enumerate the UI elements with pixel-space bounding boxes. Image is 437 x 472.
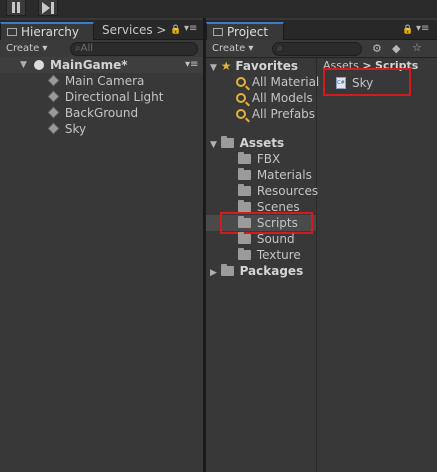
tab-project-label: Project	[227, 25, 269, 39]
hierarchy-toolbar: Create ▾ ⌕All	[0, 40, 203, 58]
hierarchy-item[interactable]: Directional Light	[47, 89, 198, 105]
tab-hierarchy[interactable]: Hierarchy	[0, 22, 94, 40]
hierarchy-item[interactable]: Sky	[47, 121, 198, 137]
expand-arrow-icon[interactable]: ▼	[210, 140, 217, 150]
scene-menu-icon[interactable]: ▾≡	[185, 57, 198, 73]
tab-services[interactable]: Services >	[96, 22, 172, 40]
gameobject-icon	[47, 122, 60, 135]
favorite-item-label: All Prefabs	[251, 107, 316, 121]
create-dropdown[interactable]: Create ▾	[6, 41, 47, 57]
project-toolbar: Create ▾ ⌕ ⚙ ◆ ☆	[206, 40, 437, 58]
packages-label: Packages	[239, 264, 304, 278]
hierarchy-panel: Hierarchy Services > 🔒 ▾≡ Create ▾ ⌕All …	[0, 20, 203, 472]
project-tab-bar: Project 🔒 ▾≡	[206, 20, 437, 40]
folder-icon	[238, 248, 251, 260]
asset-content: Assets > Scripts C# Sky	[318, 58, 437, 472]
assets-label: Assets	[239, 136, 285, 150]
dropdown-arrow-icon: ▾	[248, 43, 254, 54]
folder-label: Texture	[256, 248, 301, 262]
gameobject-icon	[47, 74, 60, 87]
folder-icon	[238, 184, 251, 196]
hierarchy-search-input[interactable]: ⌕All	[70, 42, 198, 56]
assets-row[interactable]: ▼ Assets	[210, 135, 284, 151]
tab-services-label: Services	[102, 23, 153, 37]
search-by-label-icon[interactable]: ◆	[392, 42, 400, 55]
tab-hierarchy-label: Hierarchy	[21, 25, 80, 39]
folder-icon	[238, 232, 251, 244]
hierarchy-item-label: Directional Light	[64, 90, 164, 104]
scene-name: MainGame*	[50, 58, 128, 72]
dropdown-arrow-icon: ▾	[42, 43, 48, 54]
create-dropdown[interactable]: Create ▾	[212, 41, 253, 57]
folder-label: Sound	[256, 232, 295, 246]
project-search-input[interactable]: ⌕	[272, 42, 362, 56]
hierarchy-item-label: Sky	[64, 122, 87, 136]
panel-menu-icon[interactable]: ▾≡	[184, 23, 197, 34]
scene-row[interactable]: ▼ MainGame* ▾≡	[0, 57, 203, 73]
favorite-item[interactable]: All Material	[236, 74, 319, 90]
saved-search-icon	[236, 77, 246, 87]
folder-item[interactable]: Sound	[238, 231, 295, 247]
gameobject-icon	[47, 90, 60, 103]
star-icon: ★	[220, 59, 232, 73]
favorite-item[interactable]: All Prefabs	[236, 106, 315, 122]
hierarchy-item[interactable]: Main Camera	[47, 73, 198, 89]
highlight-box	[323, 68, 411, 96]
hierarchy-item[interactable]: BackGround	[47, 105, 198, 121]
folder-item[interactable]: Resources	[238, 183, 318, 199]
saved-search-icon	[236, 109, 246, 119]
folder-icon	[220, 136, 234, 148]
folder-item[interactable]: Texture	[238, 247, 301, 263]
expand-arrow-icon[interactable]: ▼	[210, 63, 217, 73]
folder-icon	[238, 168, 251, 180]
search-icon: ⌕	[277, 43, 283, 54]
favorites-row[interactable]: ▼ ★ Favorites	[210, 58, 316, 74]
favorite-item-label: All Models	[251, 91, 313, 105]
lock-icon[interactable]: 🔒	[170, 25, 181, 35]
expand-arrow-icon[interactable]: ▼	[20, 57, 27, 73]
hierarchy-item-label: BackGround	[64, 106, 139, 120]
folder-icon	[220, 264, 234, 276]
unity-scene-icon	[34, 60, 44, 70]
lock-icon[interactable]: 🔒	[402, 25, 413, 35]
folder-icon	[238, 152, 251, 164]
pause-icon	[12, 2, 20, 13]
folder-label: FBX	[256, 152, 281, 166]
project-panel: Project 🔒 ▾≡ Create ▾ ⌕ ⚙ ◆ ☆ ▼ ★ Favori…	[206, 20, 437, 472]
favorites-label: Favorites	[235, 59, 299, 73]
gameobject-icon	[47, 106, 60, 119]
folder-label: Materials	[256, 168, 312, 182]
pause-button[interactable]	[6, 0, 26, 16]
create-label: Create	[6, 43, 40, 54]
folder-item[interactable]: Materials	[238, 167, 312, 183]
folder-item[interactable]: FBX	[238, 151, 280, 167]
step-icon	[42, 2, 54, 14]
tab-project[interactable]: Project	[206, 22, 284, 40]
chevron-right-icon: >	[152, 23, 167, 37]
list-icon	[7, 28, 17, 36]
step-button[interactable]	[38, 0, 58, 16]
hierarchy-tab-bar: Hierarchy Services > 🔒 ▾≡	[0, 20, 203, 40]
folder-tab-icon	[213, 28, 223, 36]
collapse-arrow-icon[interactable]: ▶	[210, 268, 217, 278]
folder-label: Resources	[256, 184, 319, 198]
hierarchy-item-label: Main Camera	[64, 74, 145, 88]
favorite-star-icon[interactable]: ☆	[412, 41, 422, 54]
panel-menu-icon[interactable]: ▾≡	[416, 23, 429, 34]
search-by-type-icon[interactable]: ⚙	[372, 42, 382, 55]
toolbar	[0, 0, 437, 18]
favorite-item-label: All Material	[251, 75, 320, 89]
folder-tree: ▼ ★ Favorites All Material All Models Al…	[206, 58, 319, 472]
packages-row[interactable]: ▶ Packages	[210, 263, 303, 279]
folder-icon	[238, 200, 251, 212]
search-placeholder: All	[80, 43, 94, 54]
create-label: Create	[212, 43, 246, 54]
saved-search-icon	[236, 93, 246, 103]
favorite-item[interactable]: All Models	[236, 90, 313, 106]
